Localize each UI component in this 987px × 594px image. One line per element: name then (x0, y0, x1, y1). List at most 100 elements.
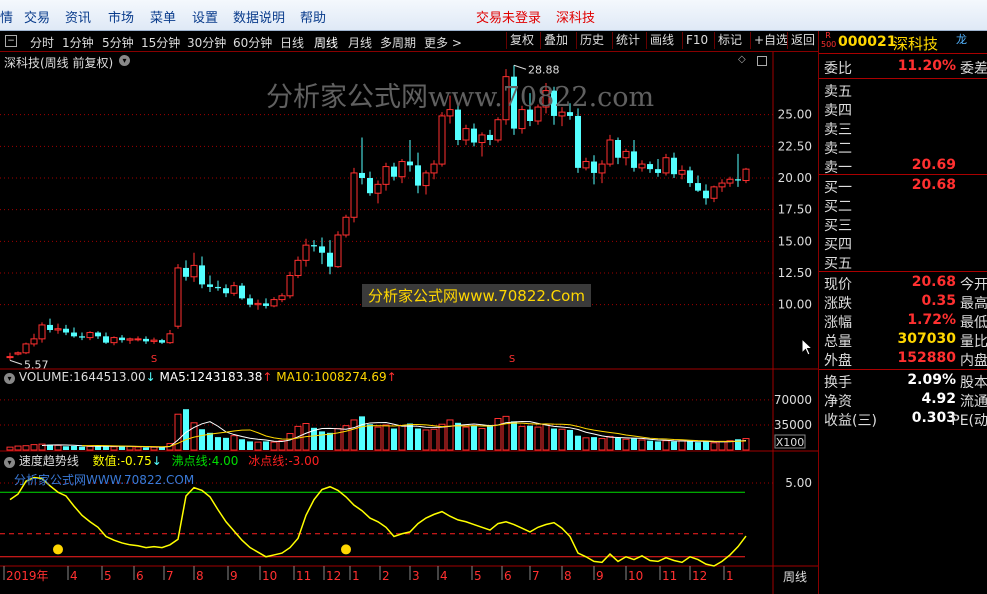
period-tab-30min[interactable]: 30分钟 (187, 34, 226, 51)
draw-button[interactable]: 画线 (646, 32, 677, 49)
back-button[interactable]: 返回 (787, 32, 818, 49)
candle-body-up (374, 183, 382, 194)
x-axis-label: 11 (296, 569, 311, 583)
volume-bar-up (542, 423, 550, 451)
period-tab-weekly[interactable]: 周线 (314, 34, 338, 51)
candle-body-up (582, 161, 590, 169)
volume-bar-down (367, 424, 373, 450)
menu-item-data-help[interactable]: 数据说明 (233, 7, 285, 26)
candle-body-up (662, 157, 670, 174)
volume-bar-up (518, 425, 526, 451)
watermark-highlight: 分析家公式网www.70822.Com (362, 284, 591, 307)
volume-bar-up (134, 446, 142, 451)
candle-body-down (207, 284, 213, 287)
adjust-button[interactable]: 复权 (506, 32, 537, 49)
x-axis-label: 6 (504, 569, 512, 583)
period-tab-daily[interactable]: 日线 (280, 34, 304, 51)
menu-item-trade[interactable]: 交易 (24, 7, 50, 26)
menu-item-menu[interactable]: 菜单 (150, 7, 176, 26)
freezing-label: 冰点线: (248, 454, 289, 468)
candle-body-up (678, 169, 686, 175)
stat-row-1: 涨跌 0.35 最高 (819, 293, 987, 312)
stock-status: 深科技 (556, 11, 596, 26)
volume-bar-down (215, 437, 221, 450)
ma5-label: MA5: (159, 370, 190, 384)
candle-body-down (687, 170, 693, 184)
volume-value: 1644513.00 (73, 370, 146, 384)
fund-row-0-label: 换手 (824, 375, 852, 391)
indicator-value: -0.75 (120, 454, 152, 468)
fund-row-0-label2: 股本 (960, 375, 987, 391)
x-axis-label: 6 (136, 569, 144, 583)
diamond-icon[interactable]: ◇ (738, 54, 746, 65)
candle-body-up (718, 182, 726, 188)
f10-button[interactable]: F10 (682, 32, 711, 49)
ma5-up-arrow-icon: ↑ (262, 370, 273, 384)
fund-row-1-value: 4.92 (921, 391, 956, 407)
chart-area[interactable]: 25.0022.5020.0017.5015.0012.5010.0028.88… (0, 52, 818, 594)
candle-body-down (159, 340, 165, 343)
period-tab-more[interactable]: 更多 > (424, 34, 462, 51)
x-axis-label: 4 (440, 569, 448, 583)
candle-body-down (591, 161, 597, 173)
sell-level-4: 卖四 (819, 100, 987, 119)
stats-button[interactable]: 统计 (612, 32, 643, 49)
volume-bar-down (199, 429, 205, 450)
bottom-period-label: 周线 (783, 570, 808, 584)
mark-button[interactable]: 标记 (714, 32, 745, 49)
candle-body-down (263, 303, 269, 306)
period-tab-monthly[interactable]: 月线 (348, 34, 372, 51)
quote-panel: R 500 000021 深科技 龙 委比 11.20% 委差 卖五 卖四 卖三 卖二卖… (818, 31, 987, 594)
candle-body-down (575, 115, 581, 168)
volume-bar-up (286, 433, 294, 451)
history-button[interactable]: 历史 (576, 32, 607, 49)
fund-row-0-value: 2.09% (907, 372, 956, 388)
indicator-menu-icon[interactable]: ▾ (4, 457, 15, 468)
add-watchlist-button[interactable]: +自选 (750, 32, 791, 49)
volume-bar-up (710, 442, 718, 451)
volume-menu-icon[interactable]: ▾ (4, 373, 15, 384)
fund-row-0: 换手 2.09% 股本 (819, 372, 987, 391)
fund-row-1-label: 净资 (824, 394, 852, 410)
volume-bar-up (558, 428, 566, 451)
volume-bar-down (391, 428, 397, 450)
price-tick-label: 22.50 (778, 139, 812, 153)
volume-bar-down (327, 432, 333, 450)
low-pointer (9, 359, 23, 365)
volume-bar-down (359, 416, 365, 450)
boiling-label: 沸点线: (171, 454, 212, 468)
period-tab-multi[interactable]: 多周期 (380, 34, 416, 51)
period-tab-15min[interactable]: 15分钟 (141, 34, 180, 51)
menu-item-settings[interactable]: 设置 (192, 7, 218, 26)
menu-item-quote[interactable]: 情 (0, 7, 13, 26)
login-status[interactable]: 交易未登录 (476, 7, 541, 26)
volume-bar-down (687, 441, 693, 450)
volume-bar-up (478, 428, 486, 451)
candle-body-up (382, 166, 390, 185)
candle-body-up (438, 115, 446, 165)
volume-header: ▾ VOLUME:1644513.00↓ MA5:1243183.38↑ MA1… (4, 370, 397, 384)
menu-item-market[interactable]: 市场 (108, 7, 134, 26)
overlay-button[interactable]: 叠加 (540, 32, 571, 49)
dividend-marker: S (509, 354, 515, 365)
volume-bar-up (126, 446, 134, 451)
volume-bar-down (183, 409, 189, 450)
title-menu-icon[interactable]: ▾ (119, 55, 130, 66)
fund-row-1: 净资 4.92 流通 (819, 391, 987, 410)
x-axis-label: 9 (596, 569, 604, 583)
volume-bar-up (494, 418, 502, 451)
menu-item-news[interactable]: 资讯 (65, 7, 91, 26)
volume-tick-label: 70000 (774, 393, 812, 407)
period-tab-intraday[interactable]: 分时 (30, 34, 54, 51)
period-tab-1min[interactable]: 1分钟 (62, 34, 94, 51)
window-icon[interactable] (757, 56, 767, 66)
menu-item-help[interactable]: 帮助 (300, 7, 326, 26)
grid-layer (0, 52, 818, 594)
candle-body-up (606, 139, 614, 165)
volume-bar-down (79, 446, 85, 450)
toolbar-toggle-icon[interactable]: − (5, 35, 17, 47)
period-tab-5min[interactable]: 5分钟 (102, 34, 134, 51)
stat-row-1-label: 涨跌 (824, 296, 852, 312)
volume-bar-up (534, 426, 542, 451)
period-tab-60min[interactable]: 60分钟 (233, 34, 272, 51)
